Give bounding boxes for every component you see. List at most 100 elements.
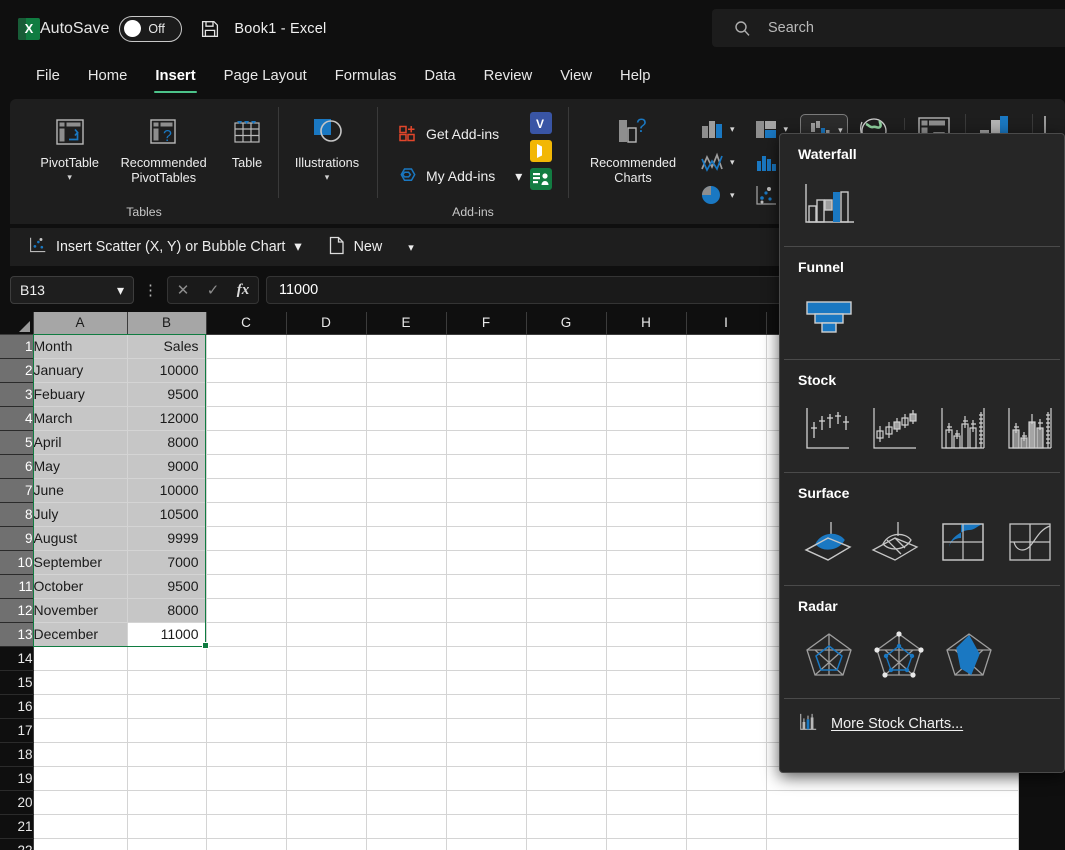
cell-A15[interactable]: [33, 670, 128, 695]
row-header-16[interactable]: 16: [0, 694, 34, 719]
formula-bar-grip[interactable]: ⋮: [143, 281, 158, 299]
cell-A8[interactable]: July: [33, 502, 128, 527]
cell-A11[interactable]: October: [33, 574, 128, 599]
cell-A5[interactable]: April: [33, 430, 128, 455]
cell-G4[interactable]: [526, 406, 607, 431]
cell-H7[interactable]: [606, 478, 687, 503]
row-header-22[interactable]: 22: [0, 838, 34, 850]
cell-F12[interactable]: [446, 598, 527, 623]
cell-B20[interactable]: [127, 790, 207, 815]
cell-D15[interactable]: [286, 670, 367, 695]
cell-E2[interactable]: [366, 358, 447, 383]
row-header-14[interactable]: 14: [0, 646, 34, 671]
cell-G18[interactable]: [526, 742, 607, 767]
name-box[interactable]: B13 ▾: [10, 276, 134, 304]
row-header-5[interactable]: 5: [0, 430, 34, 455]
cell-D22[interactable]: [286, 838, 367, 850]
tab-data[interactable]: Data: [410, 64, 469, 88]
cell-D2[interactable]: [286, 358, 367, 383]
cell-A14[interactable]: [33, 646, 128, 671]
cell-E11[interactable]: [366, 574, 447, 599]
cell-C3[interactable]: [206, 382, 287, 407]
cell-B6[interactable]: 9000: [127, 454, 207, 479]
cell-C19[interactable]: [206, 766, 287, 791]
cell-E15[interactable]: [366, 670, 447, 695]
row-header-17[interactable]: 17: [0, 718, 34, 743]
column-header-F[interactable]: F: [446, 312, 527, 335]
cell-G16[interactable]: [526, 694, 607, 719]
row-header-18[interactable]: 18: [0, 742, 34, 767]
waterfall-chart-option[interactable]: [794, 172, 864, 234]
cell-B21[interactable]: [127, 814, 207, 839]
qat-overflow-button[interactable]: ▾: [398, 232, 424, 262]
column-header-C[interactable]: C: [206, 312, 287, 335]
cell-A6[interactable]: May: [33, 454, 128, 479]
cell-F9[interactable]: [446, 526, 527, 551]
column-header-D[interactable]: D: [286, 312, 367, 335]
column-header-A[interactable]: A: [33, 312, 128, 335]
tab-formulas[interactable]: Formulas: [321, 64, 411, 88]
cell-F13[interactable]: [446, 622, 527, 647]
cell-C11[interactable]: [206, 574, 287, 599]
cell-A20[interactable]: [33, 790, 128, 815]
cell-E17[interactable]: [366, 718, 447, 743]
select-all-corner[interactable]: [0, 312, 34, 335]
cell-I17[interactable]: [686, 718, 767, 743]
cell-F20[interactable]: [446, 790, 527, 815]
chevron-down-icon[interactable]: ▾: [730, 124, 735, 135]
autosave-toggle[interactable]: Off: [119, 15, 183, 42]
insert-pie-or-doughnut-chart-button[interactable]: ▾: [693, 180, 739, 210]
row-header-10[interactable]: 10: [0, 550, 34, 575]
chevron-down-icon[interactable]: ▾: [325, 172, 330, 183]
cell-C5[interactable]: [206, 430, 287, 455]
cell-C1[interactable]: [206, 334, 287, 359]
cell-B16[interactable]: [127, 694, 207, 719]
cell-D3[interactable]: [286, 382, 367, 407]
cell-F19[interactable]: [446, 766, 527, 791]
cell-C4[interactable]: [206, 406, 287, 431]
my-addins-button[interactable]: My Add-ins ▾: [390, 160, 530, 192]
recommended-charts-button[interactable]: ? Recommended Charts: [579, 106, 687, 186]
cell-G11[interactable]: [526, 574, 607, 599]
cell-H9[interactable]: [606, 526, 687, 551]
cell-B10[interactable]: 7000: [127, 550, 207, 575]
row-header-9[interactable]: 9: [0, 526, 34, 551]
cell-H6[interactable]: [606, 454, 687, 479]
cell-B13[interactable]: 11000: [127, 622, 207, 647]
cell-I8[interactable]: [686, 502, 767, 527]
cell-D1[interactable]: [286, 334, 367, 359]
cell-C9[interactable]: [206, 526, 287, 551]
tab-page-layout[interactable]: Page Layout: [210, 64, 321, 88]
selection-fill-handle[interactable]: [202, 642, 209, 649]
tab-help[interactable]: Help: [606, 64, 664, 88]
cell-D8[interactable]: [286, 502, 367, 527]
cell-A16[interactable]: [33, 694, 128, 719]
cell-G10[interactable]: [526, 550, 607, 575]
visio-tile-icon[interactable]: V: [530, 112, 553, 134]
row-header-3[interactable]: 3: [0, 382, 34, 407]
cell-F11[interactable]: [446, 574, 527, 599]
cell-A17[interactable]: [33, 718, 128, 743]
cell-G13[interactable]: [526, 622, 607, 647]
row-header-1[interactable]: 1: [0, 334, 34, 359]
qat-insert-scatter-button[interactable]: Insert Scatter (X, Y) or Bubble Chart ▾: [18, 232, 312, 262]
tab-file[interactable]: File: [22, 64, 74, 88]
cell-I3[interactable]: [686, 382, 767, 407]
cell-I11[interactable]: [686, 574, 767, 599]
cell-C21[interactable]: [206, 814, 287, 839]
row-header-12[interactable]: 12: [0, 598, 34, 623]
cell-E14[interactable]: [366, 646, 447, 671]
cell-B11[interactable]: 9500: [127, 574, 207, 599]
qat-new-button[interactable]: New: [318, 232, 393, 262]
cell-B3[interactable]: 9500: [127, 382, 207, 407]
cell-G1[interactable]: [526, 334, 607, 359]
cell-I5[interactable]: [686, 430, 767, 455]
cell-F10[interactable]: [446, 550, 527, 575]
cell-D11[interactable]: [286, 574, 367, 599]
cell-C2[interactable]: [206, 358, 287, 383]
cell-D7[interactable]: [286, 478, 367, 503]
cell-B5[interactable]: 8000: [127, 430, 207, 455]
cell-D12[interactable]: [286, 598, 367, 623]
cell-E13[interactable]: [366, 622, 447, 647]
cell-G17[interactable]: [526, 718, 607, 743]
